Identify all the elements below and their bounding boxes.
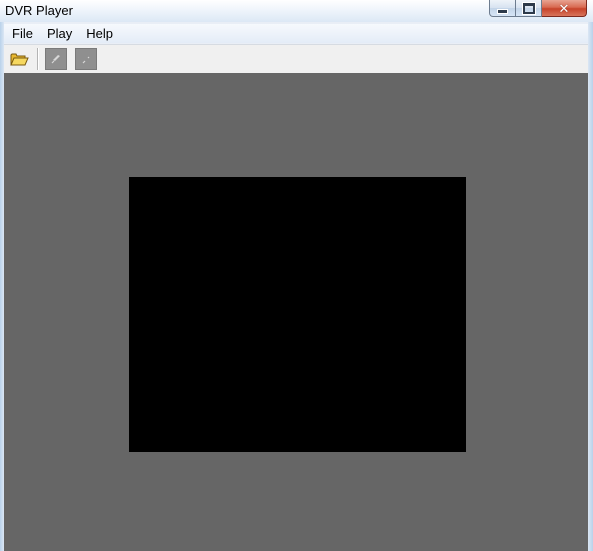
minimize-button[interactable]: [489, 0, 516, 17]
play-icon: [51, 55, 60, 64]
close-button[interactable]: ✕: [542, 0, 587, 17]
menu-play[interactable]: Play: [39, 25, 78, 43]
menu-bar: File Play Help: [4, 24, 588, 43]
maximize-button[interactable]: [516, 0, 542, 17]
window-title: DVR Player: [5, 3, 73, 18]
stop-button[interactable]: [75, 48, 97, 70]
maximize-icon: [521, 1, 536, 15]
toolbar: [4, 44, 588, 73]
caption-buttons: ✕: [489, 0, 587, 18]
close-icon: ✕: [558, 0, 570, 16]
play-button[interactable]: [45, 48, 67, 70]
menu-file[interactable]: File: [4, 25, 39, 43]
stop-icon: [82, 56, 90, 64]
title-bar[interactable]: DVR Player ✕: [0, 0, 593, 22]
video-screen[interactable]: [129, 177, 466, 452]
minimize-icon: [497, 8, 508, 14]
window-frame-right: [588, 0, 593, 551]
menu-help[interactable]: Help: [78, 25, 119, 43]
toolbar-separator: [37, 48, 39, 70]
video-area[interactable]: [4, 73, 588, 551]
dvr-player-window: DVR Player ✕ File Play Help: [0, 0, 593, 551]
open-folder-icon: [10, 53, 29, 66]
open-file-button[interactable]: [8, 48, 30, 70]
